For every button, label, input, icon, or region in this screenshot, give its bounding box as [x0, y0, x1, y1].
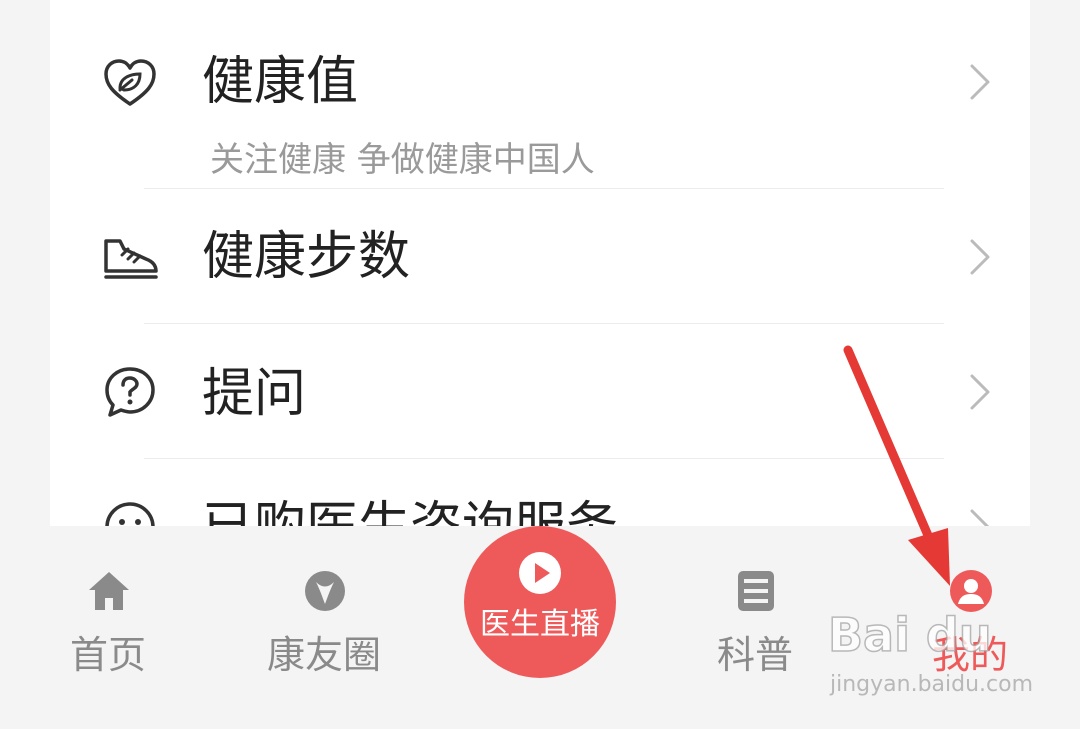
heart-leaf-icon [102, 56, 158, 112]
tab-science[interactable]: 科普 [665, 526, 845, 729]
smile-icon [102, 499, 158, 526]
menu-item-health-value[interactable]: 健康值 关注健康 争做健康中国人 [50, 0, 1030, 188]
chevron-right-icon [966, 62, 994, 102]
article-list-icon [733, 568, 779, 614]
chevron-right-icon [966, 507, 994, 526]
tab-label: 首页 [69, 633, 146, 677]
circle-community-icon [302, 568, 348, 614]
question-bubble-icon [102, 364, 158, 420]
play-icon [517, 550, 563, 596]
tab-mine[interactable]: 我的 [880, 526, 1060, 729]
tab-home[interactable]: 首页 [18, 526, 198, 729]
user-icon [948, 568, 994, 614]
menu-item-title: 健康值 [202, 52, 359, 112]
menu-item-title: 提问 [202, 364, 307, 424]
chevron-right-icon [966, 372, 994, 412]
home-icon [86, 568, 132, 614]
tab-label: 康友圈 [266, 633, 381, 677]
live-label: 医生直播 [480, 607, 600, 642]
menu-item-title: 已购医生咨询服务 [202, 501, 618, 526]
menu-card: 健康值 关注健康 争做健康中国人 健康步数 提问 [50, 0, 1030, 526]
chevron-right-icon [966, 237, 994, 277]
tab-label: 科普 [716, 633, 793, 677]
doctor-live-button[interactable]: 医生直播 [464, 526, 616, 678]
menu-item-ask[interactable]: 提问 [50, 324, 1030, 458]
menu-item-subtitle: 关注健康 争做健康中国人 [210, 140, 595, 180]
tab-label: 我的 [931, 633, 1008, 677]
tab-circle[interactable]: 康友圈 [234, 526, 414, 729]
sneaker-icon [102, 229, 158, 285]
menu-item-health-steps[interactable]: 健康步数 [50, 189, 1030, 323]
menu-item-purchased-consultation[interactable]: 已购医生咨询服务 [50, 459, 1030, 526]
menu-item-title: 健康步数 [202, 227, 411, 287]
